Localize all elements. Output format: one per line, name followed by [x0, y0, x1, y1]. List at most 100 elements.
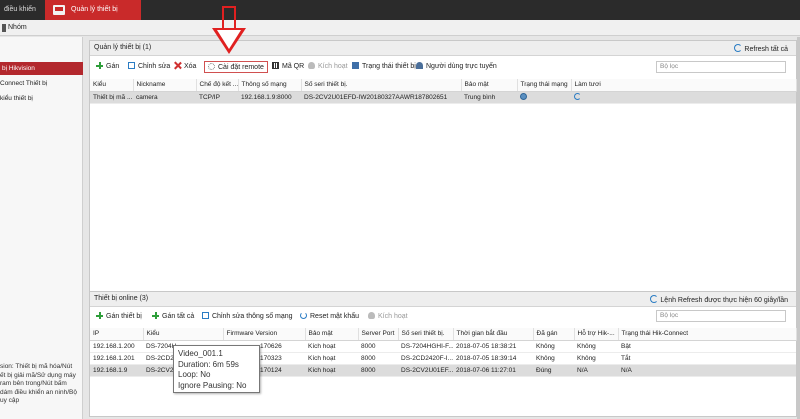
edit-icon [202, 312, 209, 319]
remote-config-label: Cài đặt remote [218, 64, 264, 71]
qr-code-button[interactable]: Mã QR [272, 61, 304, 73]
delete-device-button[interactable]: Xóa [174, 61, 196, 73]
online-panel-header: Thiết bị online (3) Lệnh Refresh được th… [90, 292, 796, 307]
video-tooltip: Video_001.1 Duration: 6m 59s Loop: No Ig… [173, 345, 260, 393]
auto-refresh-info: Lệnh Refresh được thực hiện 60 giây/lần [650, 295, 788, 304]
col-refresh[interactable]: Làm tươi [571, 79, 797, 92]
plus-icon [152, 312, 159, 319]
device-table: Kiểu Nickname Chế độ kết ... Thông số mạ… [90, 79, 797, 104]
cell-security: Kích hoạt [305, 352, 358, 365]
add-all-button[interactable]: Gán tất cả [152, 311, 194, 323]
table-row[interactable]: Thiết bị mã ... camera TCP/IP 192.168.1.… [90, 91, 796, 104]
cell-hik: N/A [574, 364, 618, 377]
online-activate-button[interactable]: Kích hoạt [368, 311, 408, 323]
cell-nickname: camera [133, 91, 196, 104]
add-all-label: Gán tất cả [162, 313, 195, 320]
sidebar-description: sion: Thiết bị mã hóa/Nút ết bị giải mã/… [0, 363, 77, 404]
sidebar-item-device-type[interactable]: kiểu thiết bị [0, 92, 83, 105]
cell-start: 2018-07-06 11:27:01 [453, 364, 533, 377]
device-management-icon [53, 5, 65, 15]
col-firmware[interactable]: Firmware Version [223, 328, 306, 341]
add-online-device-button[interactable]: Gán thiết bị [96, 311, 142, 323]
col-hik-support[interactable]: Hỗ trợ Hik-... [574, 328, 619, 341]
online-table-header: IP Kiểu Firmware Version Bảo mật Server … [90, 328, 797, 341]
col-net-status[interactable]: Trạng thái mạng [517, 79, 572, 92]
online-user-label: Người dùng trực tuyến [426, 63, 497, 70]
edit-device-button[interactable]: Chỉnh sửa [128, 61, 170, 73]
cell-hikc: Tắt [618, 352, 796, 365]
annotation-arrow-shaft [222, 6, 236, 30]
cell-network: 192.168.1.9:8000 [238, 91, 301, 104]
col-server-port[interactable]: Server Port [358, 328, 399, 341]
device-management-panel: Quản lý thiết bị (1) Refresh tất cả Gán … [89, 40, 797, 292]
activate-label: Kích hoạt [318, 63, 348, 70]
top-bar: điều khiển Quản lý thiết bị [0, 0, 800, 20]
cell-security: Kích hoạt [305, 340, 358, 353]
tooltip-ignore-pausing: Ignore Pausing: No [178, 380, 247, 390]
status-icon [352, 62, 359, 69]
plus-icon [96, 312, 103, 319]
col-type[interactable]: Kiểu [143, 328, 224, 341]
user-icon [416, 62, 423, 69]
reset-icon [300, 312, 307, 319]
online-user-button[interactable]: Người dùng trực tuyến [416, 61, 497, 73]
col-hik-connect-status[interactable]: Trạng thái Hik-Connect [618, 328, 797, 341]
device-table-header: Kiểu Nickname Chế độ kết ... Thông số mạ… [90, 79, 797, 92]
tooltip-loop: Loop: No [178, 370, 211, 379]
cell-security: Trung bình [461, 91, 517, 104]
tooltip-title: Video_001.1 [178, 349, 223, 358]
add-device-button[interactable]: Gán [96, 61, 119, 73]
edit-network-label: Chỉnh sửa thông số mạng [212, 313, 293, 320]
col-nickname[interactable]: Nickname [133, 79, 197, 92]
cell-start: 2018-07-05 18:39:14 [453, 352, 533, 365]
cell-serial: DS-2CD2420F-I... [398, 352, 453, 365]
refresh-icon [734, 44, 743, 52]
cell-mode: TCP/IP [196, 91, 238, 104]
refresh-icon[interactable] [574, 92, 581, 100]
tab-control[interactable]: điều khiển [0, 0, 46, 20]
activate-button[interactable]: Kích hoạt [308, 61, 348, 73]
remote-config-button[interactable]: Cài đặt remote [204, 61, 268, 73]
group-bar: Nhóm [0, 20, 800, 36]
cell-refresh [571, 91, 796, 104]
online-filter-input[interactable]: Bộ lọc [656, 310, 786, 322]
device-panel-header: Quản lý thiết bị (1) Refresh tất cả [90, 41, 796, 56]
auto-refresh-label: Lệnh Refresh được thực hiện 60 giây/lần [660, 297, 788, 304]
cell-net-status [517, 91, 571, 104]
edit-network-button[interactable]: Chỉnh sửa thông số mạng [202, 311, 293, 323]
add-online-device-label: Gán thiết bị [106, 313, 142, 320]
col-start-time[interactable]: Thời gian bắt đầu [453, 328, 534, 341]
reset-password-button[interactable]: Reset mật khẩu [300, 311, 359, 323]
cell-security: Kích hoạt [305, 364, 358, 377]
cell-hik: Không [574, 352, 618, 365]
tab-device-management[interactable]: Quản lý thiết bị [45, 0, 141, 20]
device-filter-input[interactable]: Bộ lọc [656, 61, 786, 73]
reset-password-label: Reset mật khẩu [310, 313, 360, 320]
refresh-icon [650, 295, 659, 303]
col-security[interactable]: Bảo mật [305, 328, 359, 341]
cell-added: Đúng [533, 364, 574, 377]
tooltip-duration: Duration: 6m 59s [178, 359, 239, 369]
sidebar-item-hik-connect[interactable]: Connect Thiết bị [0, 77, 83, 90]
col-serial[interactable]: Số seri thiết bị. [301, 79, 462, 92]
annotation-arrow-head-inner [217, 30, 241, 49]
col-network[interactable]: Thông số mạng [238, 79, 302, 92]
network-ok-icon [520, 92, 527, 100]
cell-type: Thiết bị mã ... [90, 91, 133, 104]
col-added[interactable]: Đã gán [533, 328, 575, 341]
col-ip[interactable]: IP [90, 328, 144, 341]
col-serial[interactable]: Số seri thiết bị. [398, 328, 454, 341]
refresh-all-button[interactable]: Refresh tất cả [734, 44, 788, 53]
group-button[interactable]: Nhóm [8, 24, 27, 31]
lightbulb-icon [368, 312, 375, 319]
col-security[interactable]: Bảo mật [461, 79, 518, 92]
online-panel-title: Thiết bị online (3) [94, 295, 149, 302]
qr-code-label: Mã QR [282, 63, 305, 70]
device-status-button[interactable]: Trạng thái thiết bị [352, 61, 416, 73]
sidebar-item-hikvision[interactable]: bị Hikvision [0, 62, 83, 75]
cell-hik: Không [574, 340, 618, 353]
col-type[interactable]: Kiểu [90, 79, 134, 92]
edit-device-label: Chỉnh sửa [138, 63, 171, 70]
cell-port: 8000 [358, 352, 398, 365]
col-mode[interactable]: Chế độ kết ... [196, 79, 239, 92]
